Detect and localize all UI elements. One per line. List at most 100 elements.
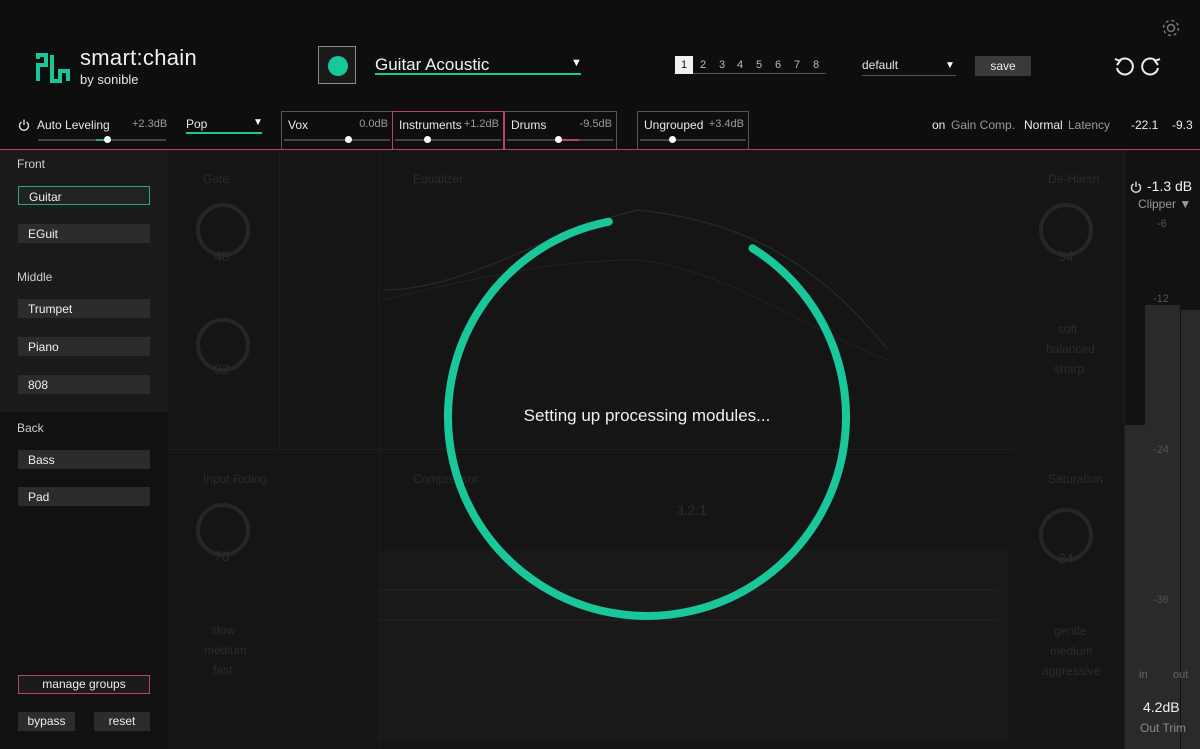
group-name: Instruments	[399, 118, 462, 132]
snapshot-slots: 1 2 3 4 5 6 7 8	[674, 56, 826, 74]
scale-label: -36	[1153, 594, 1169, 606]
meter-bar-out-2	[1181, 310, 1200, 749]
instrument-piano[interactable]: Piano	[18, 337, 150, 356]
latency-mode[interactable]: Normal	[1024, 118, 1063, 132]
undo-icon[interactable]	[1113, 55, 1135, 77]
chevron-down-icon[interactable]: ▼	[571, 57, 582, 69]
group-track	[640, 139, 746, 141]
gate-title: Gate	[203, 172, 230, 186]
group-value: -9.5dB	[579, 118, 612, 130]
gear-icon[interactable]	[1160, 17, 1182, 39]
riding-value: 70	[214, 548, 230, 564]
group-value: 0.0dB	[359, 118, 388, 130]
genre-dropdown[interactable]: Pop	[186, 114, 262, 134]
out-trim-value[interactable]: 4.2dB	[1143, 699, 1180, 715]
power-icon[interactable]	[1130, 181, 1142, 193]
group-drums[interactable]: Drums -9.5dB	[504, 111, 617, 149]
group-track	[284, 139, 390, 141]
profile-dropdown[interactable]: default	[862, 58, 956, 76]
sat-mode-medium[interactable]: medium	[1050, 644, 1093, 658]
smartchain-logo-icon	[36, 53, 70, 83]
group-slider-knob[interactable]	[344, 136, 352, 143]
group-slider-knob[interactable]	[423, 136, 431, 143]
preset-dropdown[interactable]: Guitar Acoustic	[375, 55, 581, 75]
meter-readout-right: -9.3	[1172, 118, 1193, 132]
scale-label: -6	[1157, 218, 1167, 230]
instrument-guitar[interactable]: Guitar	[18, 186, 150, 205]
instrument-808[interactable]: 808	[18, 375, 150, 394]
group-slider-knob[interactable]	[668, 136, 676, 143]
instrument-trumpet[interactable]: Trumpet	[18, 299, 150, 318]
saturation-title: Saturation	[1048, 472, 1103, 486]
instrument-eguit[interactable]: EGuit	[18, 224, 150, 243]
group-ungrouped[interactable]: Ungrouped +3.4dB	[637, 111, 749, 149]
auto-leveling-value: +2.3dB	[132, 118, 168, 130]
save-button[interactable]: save	[975, 56, 1031, 76]
brand-subtitle: by sonible	[80, 72, 139, 87]
section-title-back: Back	[17, 421, 44, 435]
gain-comp-toggle[interactable]: on	[932, 118, 945, 132]
riding-mode-medium[interactable]: medium	[204, 643, 247, 657]
chevron-down-icon: ▼	[1179, 197, 1192, 211]
riding-mode-fast[interactable]: fast	[213, 663, 232, 677]
output-level-value: -1.3 dB	[1147, 178, 1193, 194]
deharsh-mode-sharp[interactable]: sharp	[1054, 362, 1084, 376]
loading-message: Setting up processing modules...	[523, 406, 771, 425]
sat-mode-gentle[interactable]: gentle	[1054, 624, 1087, 638]
record-dot-icon	[328, 56, 348, 76]
bypass-button[interactable]: bypass	[18, 712, 75, 731]
brand-title: smart:chain	[80, 45, 198, 70]
manage-groups-button[interactable]: manage groups	[18, 675, 150, 694]
riding-mode-slow[interactable]: slow	[211, 623, 235, 637]
auto-leveling-label: Auto Leveling	[37, 118, 110, 132]
power-icon[interactable]	[18, 119, 30, 131]
out-trim-label: Out Trim	[1140, 721, 1187, 735]
group-instruments[interactable]: Instruments +1.2dB	[392, 111, 504, 149]
deharsh-mode-soft[interactable]: soft	[1058, 322, 1077, 336]
gate-value-1: 48	[214, 248, 230, 264]
deharsh-title: De-Harsh	[1048, 172, 1100, 186]
instrument-bass[interactable]: Bass	[18, 450, 150, 469]
group-name: Drums	[511, 118, 547, 132]
scale-label: -24	[1153, 444, 1169, 456]
output-meter-panel: -6 -12 -24 -36 in out	[1125, 150, 1200, 749]
chevron-down-icon[interactable]: ▼	[945, 60, 955, 71]
deharsh-mode-balanced[interactable]: balanced	[1046, 342, 1095, 356]
group-track	[395, 139, 501, 141]
slot-4[interactable]: 4	[731, 56, 749, 74]
auto-leveling-slider-knob[interactable]	[104, 136, 111, 143]
clipper-label: Clipper	[1138, 197, 1177, 211]
equalizer-title: Equalizer	[413, 172, 464, 186]
slot-5[interactable]: 5	[750, 56, 768, 74]
slot-7[interactable]: 7	[788, 56, 806, 74]
group-vox[interactable]: Vox 0.0dB	[281, 111, 393, 149]
sat-mode-aggressive[interactable]: aggressive	[1042, 664, 1100, 678]
scale-label: -12	[1153, 293, 1169, 305]
slot-2[interactable]: 2	[694, 56, 712, 74]
meter-readout-left: -22.1	[1131, 118, 1159, 132]
reset-button[interactable]: reset	[94, 712, 150, 731]
slot-8[interactable]: 8	[807, 56, 825, 74]
header: smart:chain by sonible Guitar Acoustic ▼…	[0, 0, 1200, 110]
chevron-down-icon[interactable]: ▼	[253, 117, 263, 128]
preset-record-button[interactable]	[318, 46, 356, 84]
gain-comp-label: Gain Comp.	[951, 118, 1016, 132]
slot-1[interactable]: 1	[675, 56, 693, 74]
slot-6[interactable]: 6	[769, 56, 787, 74]
slot-3[interactable]: 3	[713, 56, 731, 74]
input-riding-title: Input Riding	[203, 472, 268, 486]
saturation-value: 34	[1058, 550, 1074, 566]
group-slider-knob[interactable]	[554, 136, 562, 143]
gate-value-2: 92	[214, 361, 230, 377]
group-fill	[559, 139, 579, 141]
section-title-front: Front	[17, 157, 46, 171]
meter-bar-out-1	[1145, 305, 1180, 749]
meter-out-label: out	[1173, 669, 1189, 681]
instrument-pad[interactable]: Pad	[18, 487, 150, 506]
latency-label: Latency	[1068, 118, 1111, 132]
group-name: Ungrouped	[644, 118, 704, 132]
redo-icon[interactable]	[1140, 55, 1162, 77]
smartchain-window: smart:chain by sonible Guitar Acoustic ▼…	[0, 0, 1200, 749]
clipper-dropdown[interactable]: Clipper ▼	[1138, 197, 1191, 211]
meter-in-label: in	[1139, 669, 1148, 681]
